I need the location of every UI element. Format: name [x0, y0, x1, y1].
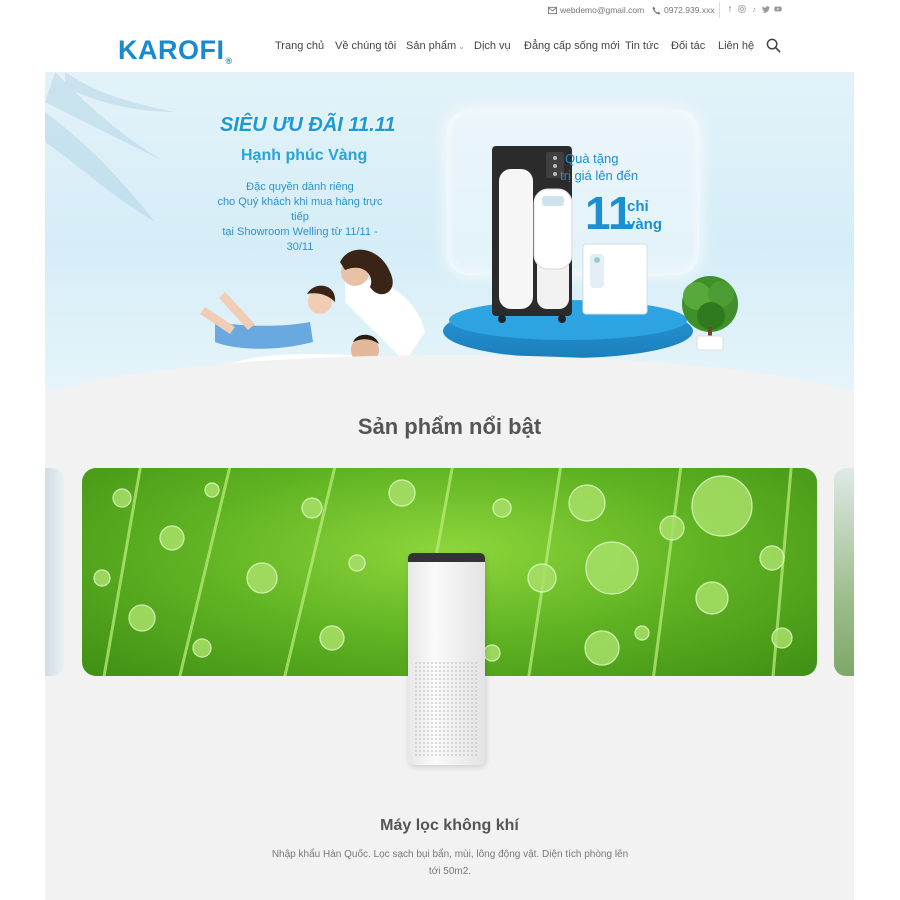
phone-text: 0972.939.xxx — [664, 5, 715, 15]
nav-label: Về chúng tôi — [335, 40, 397, 52]
topbar-divider — [719, 2, 720, 18]
twitter-icon[interactable] — [762, 4, 770, 14]
logo-text: KAROFI — [118, 35, 225, 65]
gift-unit: chỉ vàng — [627, 198, 662, 234]
gift-unit-line: vàng — [627, 216, 663, 233]
purifier-cap — [408, 553, 485, 562]
nav-item-partners[interactable]: Đối tác — [671, 40, 705, 52]
nav-label: Đẳng cấp sống mới — [524, 40, 620, 52]
nav-item-products[interactable]: Sản phẩm ⌄ — [406, 40, 465, 52]
nav-label: Tin tức — [625, 40, 659, 52]
email-link[interactable]: webdemo@gmail.com — [548, 5, 644, 15]
promo-description-line: cho Quý khách khi mua hàng trực tiếp — [217, 196, 383, 223]
gift-line: trị giá lên đến — [560, 168, 639, 183]
phone-link[interactable]: 0972.939.xxx — [652, 5, 715, 15]
search-icon[interactable] — [766, 38, 781, 53]
air-purifier-product-image[interactable] — [408, 553, 485, 765]
tiktok-icon[interactable]: ♪ — [750, 4, 758, 14]
facebook-icon[interactable]: f — [726, 4, 734, 14]
gift-text: Quà tặng trị giá lên đến — [560, 150, 638, 184]
phone-icon — [652, 6, 661, 14]
nav-item-about[interactable]: Về chúng tôi — [335, 40, 396, 52]
main-header: KAROFI® Trang chủ Về chúng tôi Sản phẩm ⌄… — [0, 22, 900, 72]
nav-item-services[interactable]: Dịch vụ — [474, 40, 511, 52]
section-title: Sản phẩm nổi bật — [357, 414, 542, 439]
nav-item-home[interactable]: Trang chủ — [275, 40, 324, 52]
instagram-icon[interactable] — [738, 4, 746, 14]
product-description: Nhập khẩu Hàn Quốc. Lọc sạch bụi bẩn, mù… — [271, 849, 629, 877]
nav-label: Dịch vụ — [474, 40, 511, 52]
gift-line: Quà tặng — [565, 151, 619, 166]
purifier-grille — [414, 661, 479, 757]
email-text: webdemo@gmail.com — [560, 5, 645, 15]
nav-label: Trang chủ — [275, 40, 325, 52]
chevron-down-icon: ⌄ — [458, 42, 465, 51]
nav-label: Sản phẩm — [406, 40, 457, 52]
promo-description: Đặc quyền dành riêng cho Quý khách khi m… — [210, 180, 390, 255]
nav-label: Đối tác — [671, 40, 706, 52]
slider-next-slide[interactable] — [834, 468, 854, 676]
potted-plant — [682, 276, 738, 351]
youtube-icon[interactable] — [774, 4, 782, 14]
mail-icon — [548, 6, 557, 14]
featured-products-section: Sản phẩm nổi bật Máy lọc không khí Nhập … — [45, 390, 854, 900]
promo-description-line: tại Showroom Welling từ 11/11 - 30/11 — [222, 226, 378, 253]
top-bar: webdemo@gmail.com 0972.939.xxx f ♪ — [0, 0, 900, 22]
slider-prev-slide[interactable] — [45, 468, 64, 676]
hero-bottom-curve — [45, 355, 854, 390]
nav-item-contact[interactable]: Liên hệ — [718, 40, 754, 52]
logo-registered-mark: ® — [225, 56, 233, 66]
nav-item-news[interactable]: Tin tức — [625, 40, 659, 52]
nav-label: Liên hệ — [718, 40, 755, 52]
promo-description-line: Đặc quyền dành riêng — [246, 181, 354, 193]
nav-item-new-lifestyle[interactable]: Đẳng cấp sống mới — [524, 40, 620, 52]
social-links: f ♪ — [726, 4, 782, 14]
product-title[interactable]: Máy lọc không khí — [45, 817, 854, 835]
gift-unit-line: chỉ — [627, 198, 649, 215]
site-logo[interactable]: KAROFI® — [118, 35, 233, 66]
palm-leaf-shadow — [45, 72, 175, 222]
promo-headline: SIÊU ƯU ĐÃI 11.11 — [220, 114, 396, 136]
hero-banner[interactable]: SIÊU ƯU ĐÃI 11.11 Hạnh phúc Vàng Đặc quy… — [45, 72, 854, 390]
promo-subheadline: Hạnh phúc Vàng — [241, 147, 368, 164]
